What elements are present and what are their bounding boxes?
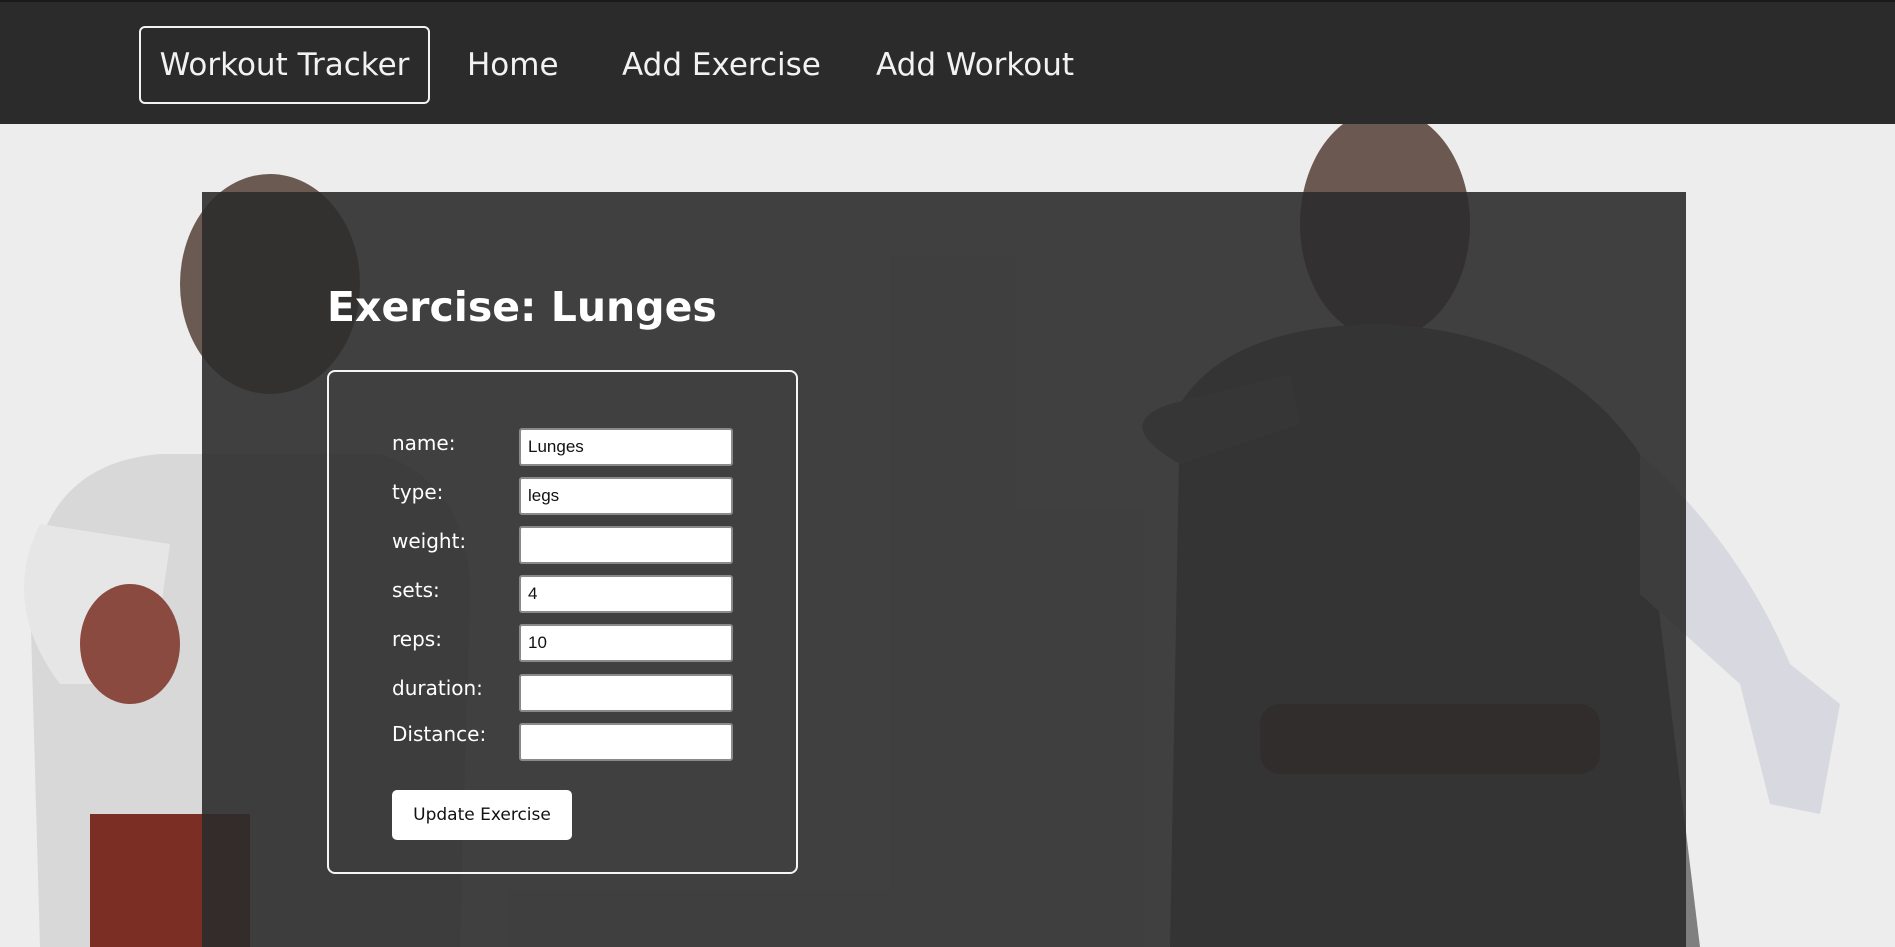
nav-link-add-workout[interactable]: Add Workout bbox=[876, 26, 1074, 104]
navbar: Workout Tracker Home Add Exercise Add Wo… bbox=[0, 0, 1895, 124]
brand-link[interactable]: Workout Tracker bbox=[139, 26, 430, 104]
distance-label: Distance: bbox=[392, 722, 487, 746]
type-label: type: bbox=[392, 480, 444, 504]
page-title: Exercise: Lunges bbox=[327, 283, 717, 331]
sets-input[interactable] bbox=[519, 575, 733, 613]
type-input[interactable] bbox=[519, 477, 733, 515]
name-input[interactable] bbox=[519, 428, 733, 466]
name-label: name: bbox=[392, 431, 456, 455]
update-exercise-button[interactable]: Update Exercise bbox=[392, 790, 572, 840]
duration-label: duration: bbox=[392, 676, 483, 700]
weight-label: weight: bbox=[392, 529, 467, 553]
duration-input[interactable] bbox=[519, 674, 733, 712]
weight-input[interactable] bbox=[519, 526, 733, 564]
reps-label: reps: bbox=[392, 627, 442, 651]
nav-link-home[interactable]: Home bbox=[467, 26, 559, 104]
nav-link-add-exercise[interactable]: Add Exercise bbox=[622, 26, 821, 104]
reps-input[interactable] bbox=[519, 624, 733, 662]
distance-input[interactable] bbox=[519, 723, 733, 761]
sets-label: sets: bbox=[392, 578, 440, 602]
